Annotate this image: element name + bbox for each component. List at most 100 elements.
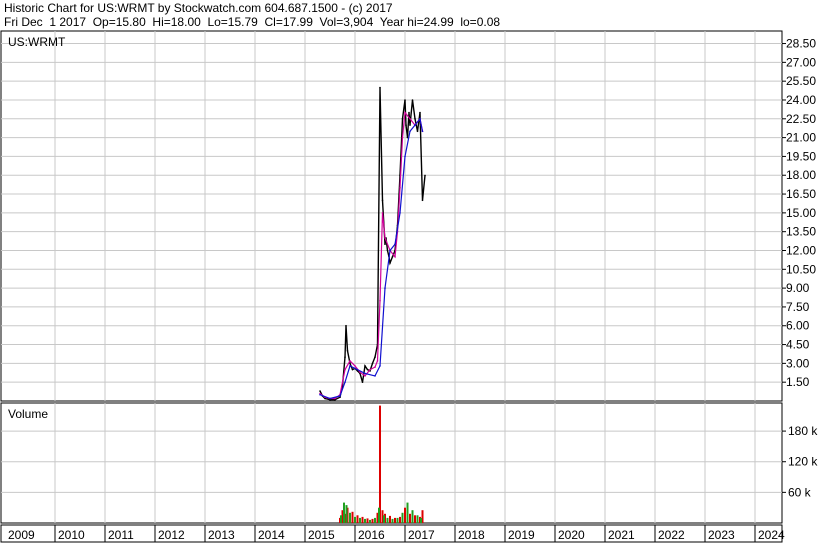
volume-bar [378,507,380,523]
volume-bar [354,516,356,523]
volume-bar [401,512,404,523]
price-panel-title: US:WRMT [8,35,66,49]
volume-bar [404,507,406,523]
price-point [394,255,396,258]
volume-bar [364,518,366,523]
price-point [344,368,346,371]
price-point [389,249,391,252]
x-tick-label: 2012 [158,528,185,542]
price-point [404,99,406,101]
volume-bar [366,518,369,523]
x-tick-label: 2024 [758,528,785,542]
price-point [346,350,349,352]
volume-bar [420,517,422,523]
volume-bar [394,517,396,523]
price-point [405,124,407,126]
volume-bar [396,517,399,523]
price-point [379,365,381,367]
price-point [364,372,366,375]
price-point [409,130,411,133]
price-tick-label: 4.50 [786,338,810,352]
price-point [409,124,411,126]
price-tick-label: 13.50 [786,225,816,239]
price-point [351,368,354,371]
x-tick-label: 2020 [558,528,585,542]
price-panel-frame [0,30,783,402]
price-tick-label: 10.50 [786,262,816,276]
price-point [319,390,321,392]
price-point [349,360,351,362]
price-point [364,375,366,377]
price-point [364,365,366,367]
x-tick-label: 2014 [258,528,285,542]
volume-bar [411,510,414,523]
price-point [379,299,381,302]
price-point [345,324,347,327]
volume-bar [416,515,419,523]
volume-bar [369,519,371,523]
price-point [374,356,376,358]
volume-panel-frame [0,402,783,524]
volume-bar [343,502,345,523]
price-point [374,366,376,368]
price-point [384,243,386,245]
price-point [419,118,421,120]
volume-bar [359,517,361,523]
price-point [404,111,406,114]
volume-bar [409,513,411,523]
price-tick-label: 18.00 [786,168,816,182]
x-tick-label: 2013 [208,528,235,542]
price-tick-label: 22.50 [786,112,816,126]
volume-bar [371,518,374,523]
price-tick-label: 3.00 [786,356,810,370]
price-tick-label: 12.00 [786,243,816,257]
price-point [401,136,404,139]
volume-bar [386,517,389,523]
price-tick-label: 7.50 [786,300,810,314]
price-point [361,381,364,384]
volume-bar [356,515,359,523]
price-point [399,187,401,189]
price-point [366,368,369,371]
price-point [389,262,391,264]
volume-bar [406,502,409,523]
price-point [401,118,404,120]
volume-tick-label: 120 k [788,455,818,469]
price-tick-label: 9.00 [786,281,810,295]
price-point [381,212,384,214]
volume-bar [345,505,348,523]
volume-bar [374,517,376,523]
price-point [384,237,386,239]
price-point [404,155,406,158]
volume-bar [379,405,381,523]
price-tick-label: 19.50 [786,149,816,163]
price-tick-label: 21.00 [786,131,816,145]
volume-bar [391,518,394,523]
price-point [369,368,371,371]
price-point [384,287,386,289]
price-point [421,130,424,133]
volume-bar [361,516,364,523]
x-tick-label: 2021 [608,528,635,542]
x-tick-label: 2018 [458,528,485,542]
price-tick-label: 15.00 [786,206,816,220]
price-point [421,199,424,202]
price-point [374,375,376,377]
price-point [376,360,379,362]
price-point [329,397,331,400]
price-point [344,381,346,384]
price-tick-label: 27.00 [786,55,816,69]
price-point [411,99,414,101]
price-point [344,356,346,358]
price-point [349,365,351,367]
x-tick-label: 2009 [8,528,35,542]
x-tick-label: 2011 [108,528,134,542]
price-point [414,118,416,120]
price-tick-label: 16.50 [786,187,816,201]
x-tick-label: 2017 [408,528,435,542]
x-tick-label: 2022 [658,528,685,542]
price-point [379,86,381,89]
volume-panel-title: Volume [8,407,48,421]
price-point [414,124,416,126]
price-point [381,199,384,202]
